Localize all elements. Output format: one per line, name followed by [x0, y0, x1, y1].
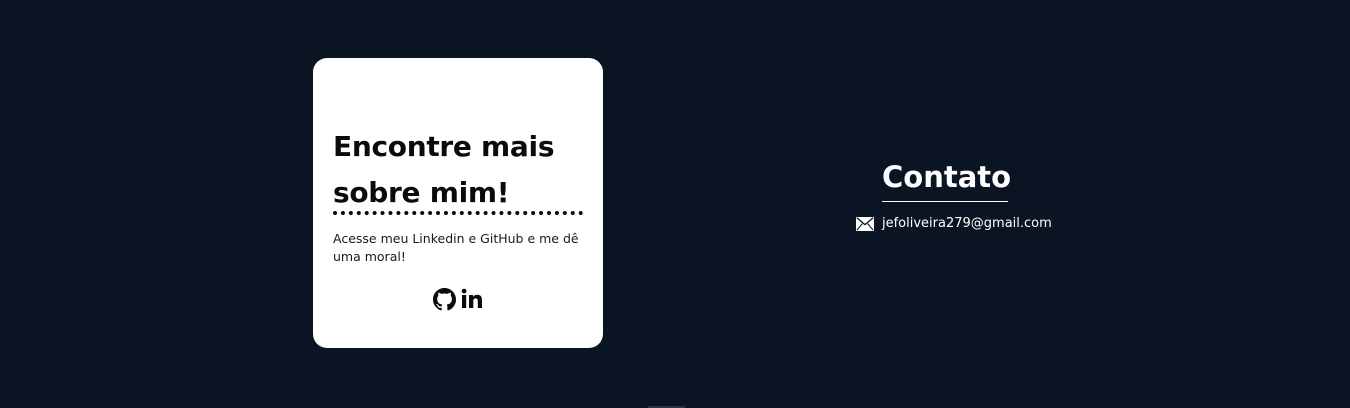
contact-email-row: jefoliveira279@gmail.com — [856, 216, 1052, 231]
github-icon — [433, 287, 456, 310]
page: Encontre mais sobre mim! Acesse meu Link… — [0, 0, 1350, 408]
contact-title: Contato — [882, 160, 1012, 194]
mail-icon — [856, 216, 874, 231]
contact-title-underline — [882, 201, 1008, 202]
linkedin-icon — [461, 288, 482, 308]
linkedin-link[interactable] — [460, 287, 484, 311]
github-link[interactable] — [433, 287, 457, 311]
card-title-underline — [333, 211, 583, 215]
email-link[interactable]: jefoliveira279@gmail.com — [882, 216, 1052, 231]
social-links — [313, 287, 603, 311]
about-card: Encontre mais sobre mim! Acesse meu Link… — [313, 58, 603, 348]
card-description: Acesse meu Linkedin e GitHub e me dê uma… — [333, 231, 579, 264]
card-title: Encontre mais sobre mim! — [333, 130, 555, 209]
